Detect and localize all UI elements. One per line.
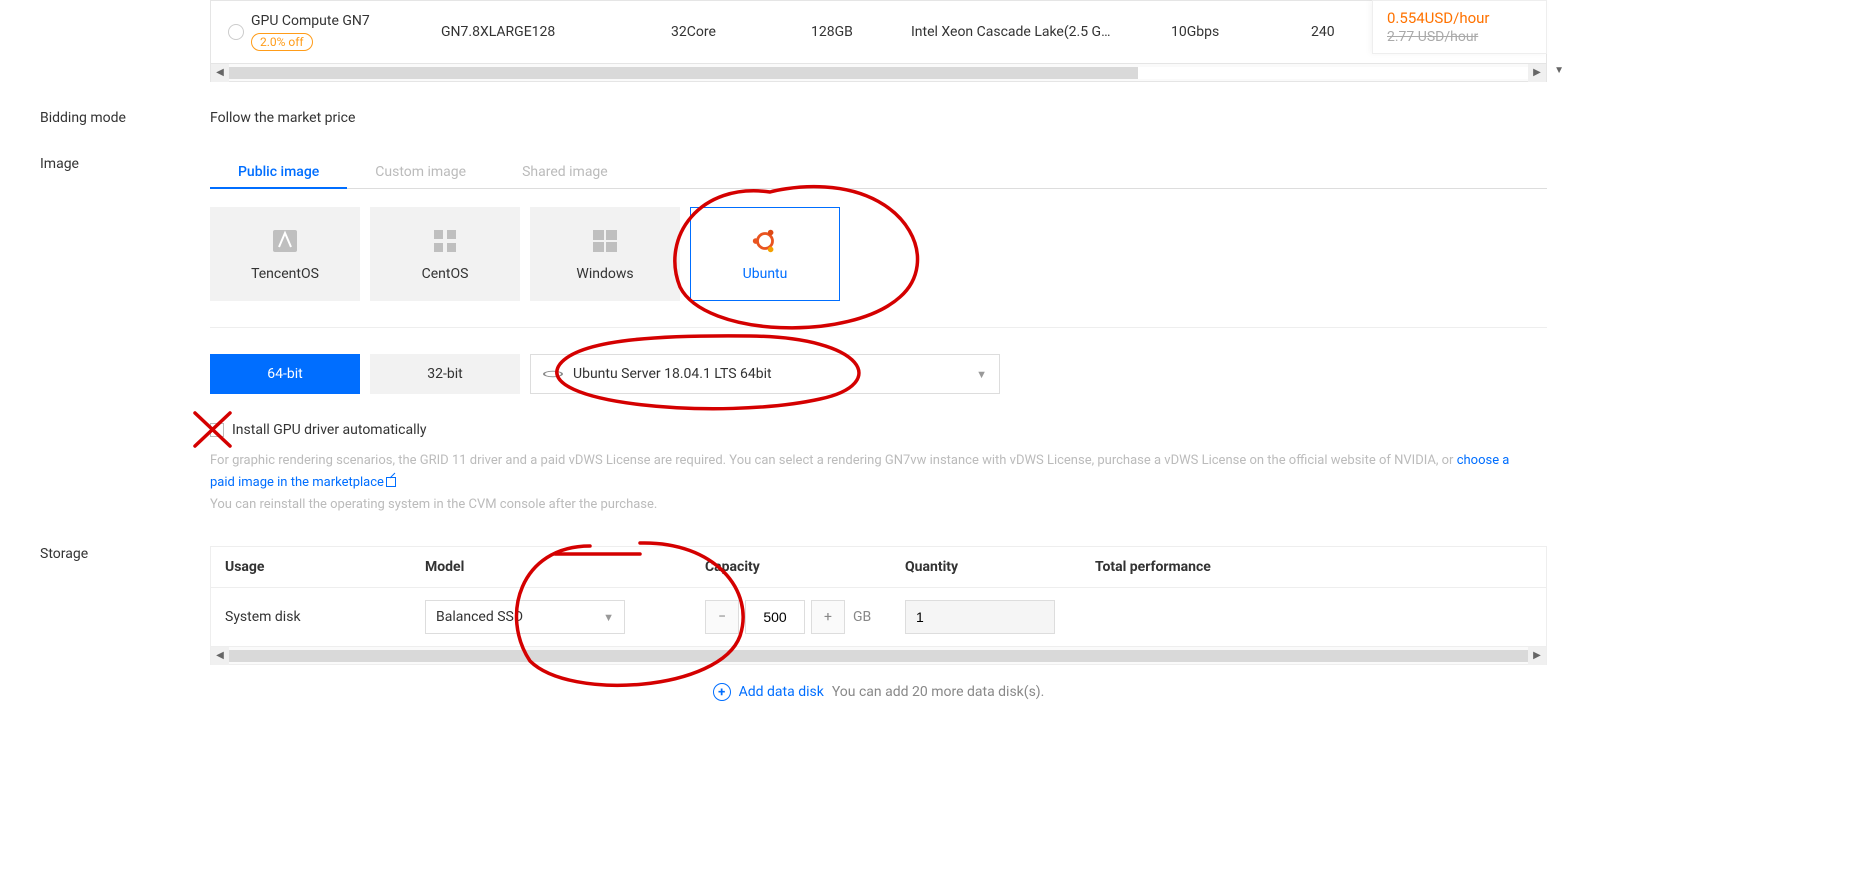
ubuntu-icon <box>750 226 780 256</box>
scroll-right-icon[interactable]: ▶ <box>1528 64 1546 82</box>
os-version-select[interactable]: Ubuntu Server 18.04.1 LTS 64bit ▼ <box>530 354 1000 394</box>
os-version-value: Ubuntu Server 18.04.1 LTS 64bit <box>573 366 772 382</box>
os-label-ubuntu: Ubuntu <box>743 266 788 282</box>
expand-icon[interactable]: ▼ <box>1554 65 1564 76</box>
storage-row: System disk Balanced SSD ▼ − + GB <box>211 588 1546 646</box>
disk-model-select[interactable]: Balanced SSD ▼ <box>425 600 625 634</box>
os-card-ubuntu[interactable]: Ubuntu <box>690 207 840 301</box>
image-hint: For graphic rendering scenarios, the GRI… <box>210 450 1537 516</box>
centos-icon <box>430 226 460 256</box>
instance-radio[interactable] <box>221 24 251 40</box>
col-model: Model <box>425 559 705 575</box>
chevron-down-icon: ▼ <box>603 611 614 624</box>
capacity-increase-button[interactable]: + <box>811 600 845 634</box>
hint-text-1: For graphic rendering scenarios, the GRI… <box>210 453 1457 468</box>
quantity-input <box>905 600 1055 634</box>
instance-scrollbar[interactable]: ◀ ▶ <box>210 64 1547 82</box>
instance-name: GPU Compute GN7 <box>251 13 441 29</box>
os-card-tencentos[interactable]: TencentOS <box>210 207 360 301</box>
gpu-driver-checkbox[interactable] <box>210 423 224 437</box>
os-card-centos[interactable]: CentOS <box>370 207 520 301</box>
bits-32-button[interactable]: 32-bit <box>370 354 520 394</box>
add-disk-link[interactable]: Add data disk <box>739 684 824 700</box>
storage-label: Storage <box>40 546 210 562</box>
tab-custom-image[interactable]: Custom image <box>347 156 494 188</box>
image-source-tabs: Public image Custom image Shared image <box>210 156 1547 189</box>
disc-icon <box>543 366 563 382</box>
os-label-centos: CentOS <box>422 266 469 282</box>
external-link-icon <box>386 477 396 487</box>
instance-memory: 128GB <box>811 24 911 40</box>
hint-text-2: You can reinstall the operating system i… <box>210 497 657 512</box>
instance-cpu: Intel Xeon Cascade Lake(2.5 G… <box>911 24 1171 40</box>
col-quantity: Quantity <box>905 559 1095 575</box>
bidding-value: Follow the market price <box>210 110 1867 126</box>
disk-usage: System disk <box>225 609 425 625</box>
col-capacity: Capacity <box>705 559 905 575</box>
bidding-label: Bidding mode <box>40 110 210 126</box>
scroll-left-icon[interactable]: ◀ <box>211 647 229 665</box>
tencentos-icon <box>270 226 300 256</box>
storage-table: Usage Model Capacity Quantity Total perf… <box>210 546 1547 647</box>
instance-row[interactable]: GPU Compute GN7 2.0% off GN7.8XLARGE128 … <box>211 1 1546 63</box>
price-current: 0.554USD/hour <box>1387 9 1532 27</box>
capacity-decrease-button[interactable]: − <box>705 600 739 634</box>
tab-public-image[interactable]: Public image <box>210 156 347 188</box>
instance-cores: 32Core <box>671 24 811 40</box>
col-usage: Usage <box>225 559 425 575</box>
instance-pps: 240 <box>1311 24 1371 40</box>
discount-badge: 2.0% off <box>251 33 313 51</box>
os-card-windows[interactable]: Windows <box>530 207 680 301</box>
bits-64-button[interactable]: 64-bit <box>210 354 360 394</box>
disk-model-value: Balanced SSD <box>436 609 523 625</box>
scroll-right-icon[interactable]: ▶ <box>1528 647 1546 665</box>
image-label: Image <box>40 156 210 172</box>
storage-scrollbar[interactable]: ◀ ▶ <box>210 647 1547 665</box>
os-label-tencentos: TencentOS <box>251 266 319 282</box>
add-disk-hint: You can add 20 more data disk(s). <box>832 684 1045 700</box>
price-original: 2.77 USD/hour <box>1387 29 1532 45</box>
windows-icon <box>590 226 620 256</box>
price-box: 0.554USD/hour 2.77 USD/hour <box>1372 0 1547 54</box>
tab-shared-image[interactable]: Shared image <box>494 156 636 188</box>
col-performance: Total performance <box>1095 559 1295 575</box>
instance-table: GPU Compute GN7 2.0% off GN7.8XLARGE128 … <box>210 0 1547 64</box>
gpu-driver-label: Install GPU driver automatically <box>232 422 427 438</box>
capacity-input[interactable] <box>745 600 805 634</box>
instance-model: GN7.8XLARGE128 <box>441 24 671 40</box>
scroll-left-icon[interactable]: ◀ <box>211 64 229 82</box>
add-disk-icon[interactable]: + <box>713 683 731 701</box>
chevron-down-icon: ▼ <box>976 368 987 381</box>
instance-bandwidth: 10Gbps <box>1171 24 1311 40</box>
os-label-windows: Windows <box>576 266 633 282</box>
capacity-unit: GB <box>853 609 871 625</box>
